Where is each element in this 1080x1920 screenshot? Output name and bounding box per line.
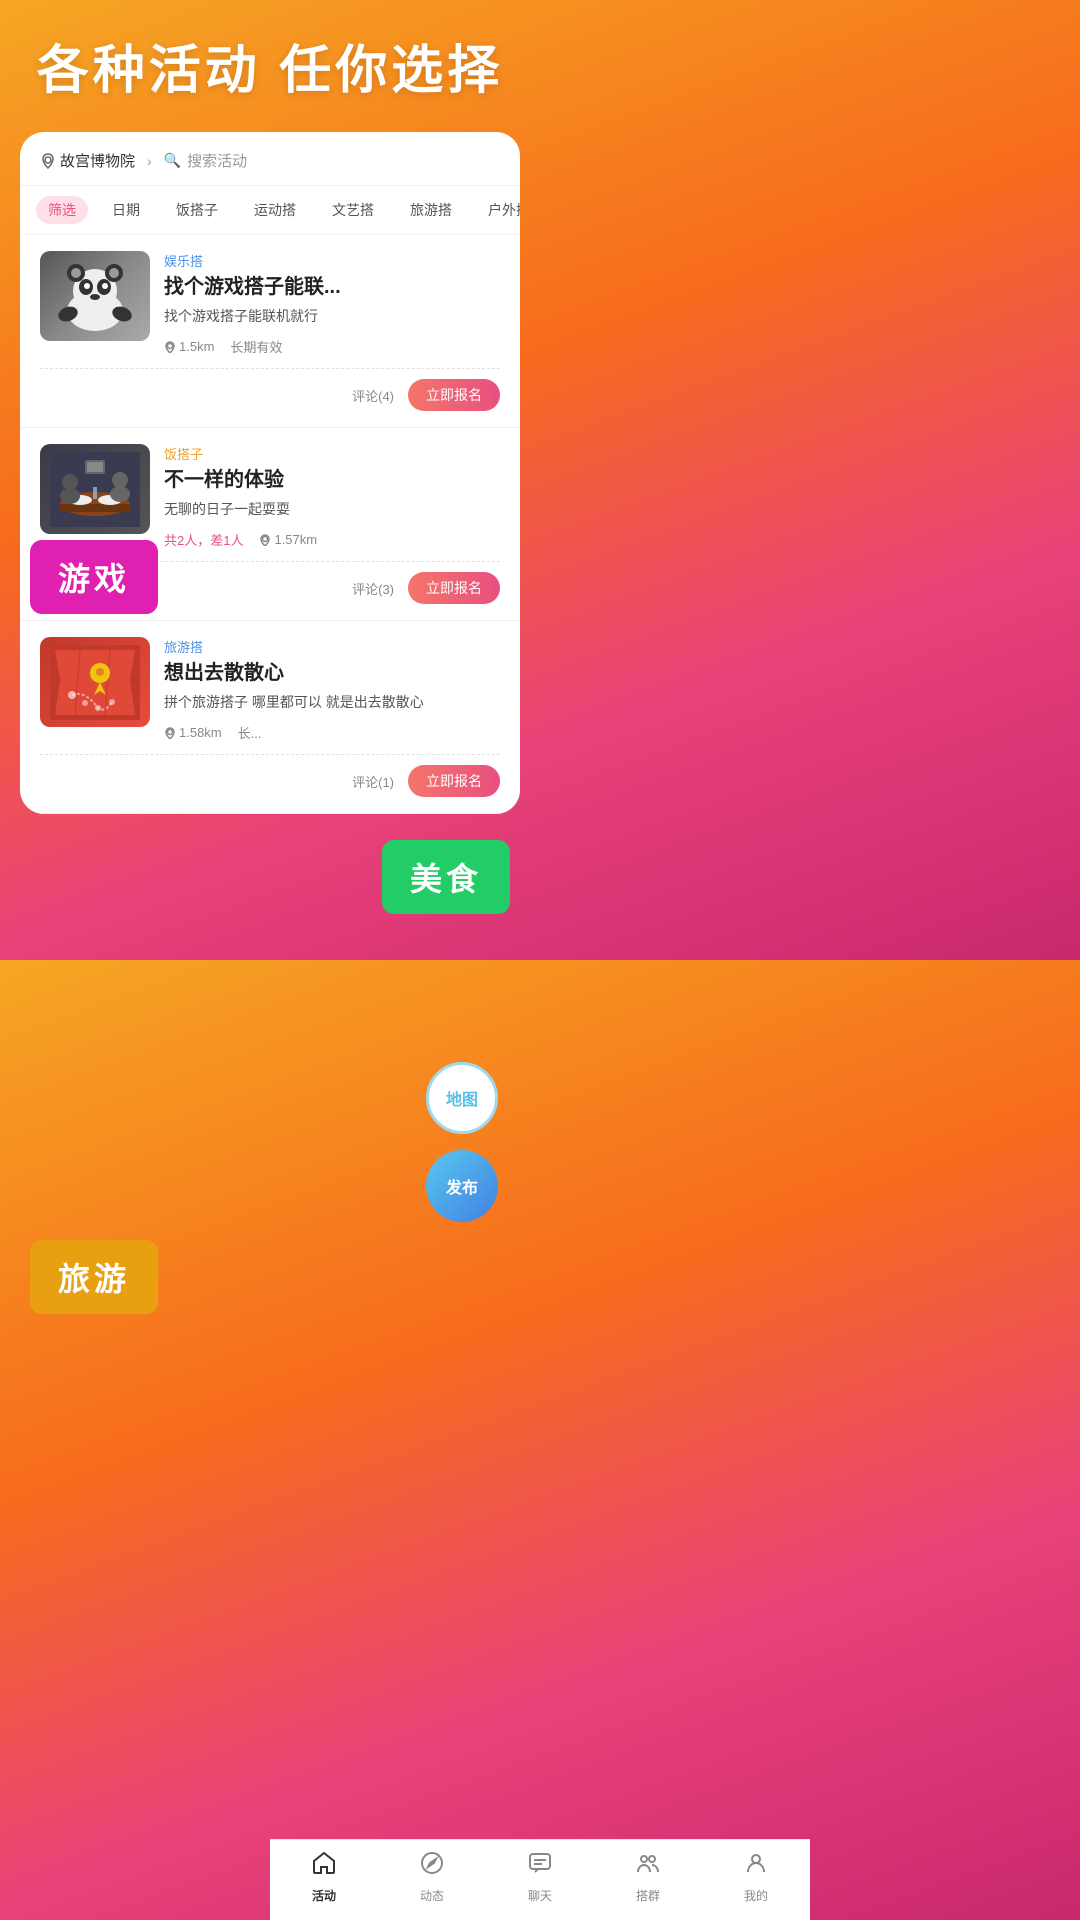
- nav-item-activities[interactable]: 活动: [294, 1850, 354, 1904]
- search-placeholder: 搜索活动: [187, 150, 247, 171]
- activity-image-1: [40, 251, 150, 341]
- activity-title-3: 想出去散散心: [164, 660, 500, 686]
- nav-label-4: 我的: [744, 1887, 768, 1904]
- map-button[interactable]: 地图: [426, 1062, 498, 1134]
- location-text: 故宫博物院: [60, 150, 135, 171]
- nav-icon-compass: [419, 1850, 445, 1883]
- bottom-nav: 活动 动态 聊天: [270, 1839, 810, 1920]
- activity-top-1: 娱乐搭 找个游戏搭子能联... 找个游戏搭子能联机就行 1.5km 长期有效: [40, 251, 500, 356]
- distance-2: 1.57km: [259, 532, 317, 547]
- nav-icon-user: [743, 1850, 769, 1883]
- filter-tag-3[interactable]: 运动搭: [242, 196, 308, 224]
- nav-item-chat[interactable]: 聊天: [510, 1850, 570, 1904]
- activity-meta-2: 共2人，差1人 1.57km: [164, 530, 500, 549]
- food-img: [40, 444, 150, 534]
- activity-info-2: 饭搭子 不一样的体验 无聊的日子一起耍耍 共2人，差1人 1.57km: [164, 444, 500, 549]
- filter-tag-4[interactable]: 文艺搭: [320, 196, 386, 224]
- activity-info-1: 娱乐搭 找个游戏搭子能联... 找个游戏搭子能联机就行 1.5km 长期有效: [164, 251, 500, 356]
- search-bar: 故宫博物院 › 🔍 搜索活动: [20, 150, 520, 186]
- activity-image-2: [40, 444, 150, 534]
- activity-footer-2: 评论(3) 立即报名: [40, 561, 500, 604]
- activity-title-2: 不一样的体验: [164, 467, 500, 493]
- publish-button[interactable]: 发布: [426, 1150, 498, 1222]
- filter-tag-6[interactable]: 户外搭: [476, 196, 520, 224]
- activity-category-2: 饭搭子: [164, 444, 500, 463]
- comment-3: 评论(1): [352, 772, 394, 791]
- filter-tag-5[interactable]: 旅游搭: [398, 196, 464, 224]
- activity-image-3: [40, 637, 150, 727]
- signup-btn-3[interactable]: 立即报名: [408, 765, 500, 797]
- nav-label-0: 活动: [312, 1887, 336, 1904]
- search-icon: 🔍: [164, 152, 181, 169]
- header-title: 各种活动 任你选择: [30, 40, 510, 102]
- filter-tag-0[interactable]: 筛选: [36, 196, 88, 224]
- nav-item-mine[interactable]: 我的: [726, 1850, 786, 1904]
- nav-label-3: 搭群: [636, 1887, 660, 1904]
- activity-desc-2: 无聊的日子一起耍耍: [164, 499, 500, 520]
- header: 各种活动 任你选择: [0, 0, 540, 122]
- activity-top-2: 饭搭子 不一样的体验 无聊的日子一起耍耍 共2人，差1人 1.57km: [40, 444, 500, 549]
- nav-icon-chat: [527, 1850, 553, 1883]
- nav-icon-groups: [635, 1850, 661, 1883]
- signup-btn-1[interactable]: 立即报名: [408, 379, 500, 411]
- nav-item-groups[interactable]: 搭群: [618, 1850, 678, 1904]
- search-area[interactable]: 🔍 搜索活动: [164, 150, 247, 171]
- activity-footer-1: 评论(4) 立即报名: [40, 368, 500, 411]
- people-2: 共2人，差1人: [164, 530, 243, 549]
- activity-desc-3: 拼个旅游搭子 哪里都可以 就是出去散散心: [164, 692, 500, 713]
- signup-btn-2[interactable]: 立即报名: [408, 572, 500, 604]
- activity-item-3[interactable]: 旅游搭 想出去散散心 拼个旅游搭子 哪里都可以 就是出去散散心 1.58km 长…: [20, 621, 520, 814]
- validity-3: 长...: [238, 723, 262, 742]
- chevron-icon: ›: [147, 153, 152, 169]
- filter-tag-2[interactable]: 饭搭子: [164, 196, 230, 224]
- distance-1: 1.5km: [164, 339, 214, 354]
- travel-img: [40, 637, 150, 727]
- activity-title-1: 找个游戏搭子能联...: [164, 274, 500, 300]
- activity-item-1[interactable]: 娱乐搭 找个游戏搭子能联... 找个游戏搭子能联机就行 1.5km 长期有效: [20, 235, 520, 428]
- filter-row: 筛选 日期 饭搭子 运动搭 文艺搭 旅游搭 户外搭: [20, 186, 520, 235]
- filter-tag-1[interactable]: 日期: [100, 196, 152, 224]
- nav-label-1: 动态: [420, 1887, 444, 1904]
- location-icon: [40, 153, 56, 169]
- activity-item-2[interactable]: 饭搭子 不一样的体验 无聊的日子一起耍耍 共2人，差1人 1.57km: [20, 428, 520, 621]
- location-area[interactable]: 故宫博物院: [40, 150, 135, 171]
- nav-icon-home: [311, 1850, 337, 1883]
- activity-category-3: 旅游搭: [164, 637, 500, 656]
- activity-info-3: 旅游搭 想出去散散心 拼个旅游搭子 哪里都可以 就是出去散散心 1.58km 长…: [164, 637, 500, 742]
- comment-2: 评论(3): [352, 579, 394, 598]
- float-label-travel: 旅游: [30, 1240, 158, 1314]
- validity-1: 长期有效: [230, 337, 282, 356]
- activity-meta-3: 1.58km 长...: [164, 723, 500, 742]
- activity-category-1: 娱乐搭: [164, 251, 500, 270]
- panda-img: [40, 251, 150, 341]
- float-label-food: 美食: [382, 840, 510, 914]
- activity-footer-3: 评论(1) 立即报名: [40, 754, 500, 797]
- activity-top-3: 旅游搭 想出去散散心 拼个旅游搭子 哪里都可以 就是出去散散心 1.58km 长…: [40, 637, 500, 742]
- nav-item-feed[interactable]: 动态: [402, 1850, 462, 1904]
- activity-desc-1: 找个游戏搭子能联机就行: [164, 306, 500, 327]
- main-card: 故宫博物院 › 🔍 搜索活动 筛选 日期 饭搭子 运动搭 文艺搭 旅游搭 户外搭: [20, 132, 520, 814]
- comment-1: 评论(4): [352, 386, 394, 405]
- activity-list: 娱乐搭 找个游戏搭子能联... 找个游戏搭子能联机就行 1.5km 长期有效: [20, 235, 520, 814]
- distance-3: 1.58km: [164, 725, 222, 740]
- activity-meta-1: 1.5km 长期有效: [164, 337, 500, 356]
- nav-label-2: 聊天: [528, 1887, 552, 1904]
